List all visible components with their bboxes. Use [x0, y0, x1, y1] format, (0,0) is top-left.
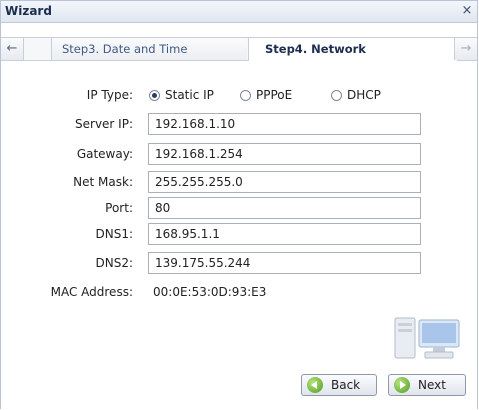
back-arrow-icon — [307, 377, 323, 393]
dns1-field[interactable] — [148, 223, 421, 245]
port-field[interactable] — [148, 197, 421, 219]
radio-static-ip-label: Static IP — [165, 88, 214, 102]
radio-dhcp[interactable]: DHCP — [331, 86, 381, 104]
gateway-row: Gateway: — [1, 143, 477, 165]
network-form: IP Type: Static IP PPPoE DHCP Server IP: — [1, 61, 477, 409]
radio-dhcp-label: DHCP — [347, 88, 381, 102]
network-computers-icon — [394, 317, 460, 359]
tab-step4-network[interactable]: Step4. Network — [248, 38, 458, 61]
close-icon[interactable]: × — [460, 4, 474, 18]
server-ip-row: Server IP: — [1, 113, 477, 135]
gateway-field[interactable] — [148, 143, 421, 165]
net-mask-row: Net Mask: — [1, 171, 477, 193]
step-tab-bar: ← Step3. Date and Time Step4. Network → — [1, 37, 477, 61]
tab-step3-date-time[interactable]: Step3. Date and Time — [51, 38, 247, 60]
gateway-label: Gateway: — [76, 147, 133, 161]
next-button-label: Next — [418, 378, 446, 392]
radio-unchecked-icon — [331, 89, 342, 101]
title-bar: Wizard × — [1, 1, 477, 23]
dns1-label: DNS1: — [95, 227, 133, 241]
window-title: Wizard — [5, 4, 52, 18]
radio-unchecked-icon — [240, 89, 251, 101]
radio-checked-icon — [149, 89, 160, 101]
net-mask-label: Net Mask: — [73, 175, 133, 189]
tab-next-arrow-icon[interactable]: → — [454, 38, 477, 60]
net-mask-field[interactable] — [148, 171, 421, 193]
mac-address-label: MAC Address: — [50, 285, 133, 299]
tab-prev-arrow-icon[interactable]: ← — [1, 38, 24, 60]
wizard-window: Wizard × ← Step3. Date and Time Step4. N… — [0, 0, 478, 409]
dns1-row: DNS1: — [1, 223, 477, 245]
ip-type-row: IP Type: Static IP PPPoE DHCP — [1, 84, 477, 106]
ip-type-label: IP Type: — [86, 88, 133, 102]
dns2-field[interactable] — [148, 252, 421, 274]
back-button-label: Back — [331, 378, 361, 392]
radio-pppoe[interactable]: PPPoE — [240, 86, 292, 104]
mac-address-row: MAC Address: 00:0E:53:0D:93:E3 — [1, 281, 477, 303]
server-ip-field[interactable] — [148, 113, 421, 135]
server-ip-label: Server IP: — [75, 117, 133, 131]
dns2-row: DNS2: — [1, 252, 477, 274]
mac-address-value: 00:0E:53:0D:93:E3 — [153, 285, 267, 299]
radio-static-ip[interactable]: Static IP — [149, 86, 214, 104]
back-button[interactable]: Back — [301, 374, 377, 396]
dns2-label: DNS2: — [95, 256, 133, 270]
radio-pppoe-label: PPPoE — [256, 88, 293, 102]
port-label: Port: — [105, 201, 133, 215]
next-arrow-icon — [394, 377, 410, 393]
next-button[interactable]: Next — [388, 374, 466, 396]
port-row: Port: — [1, 197, 477, 219]
